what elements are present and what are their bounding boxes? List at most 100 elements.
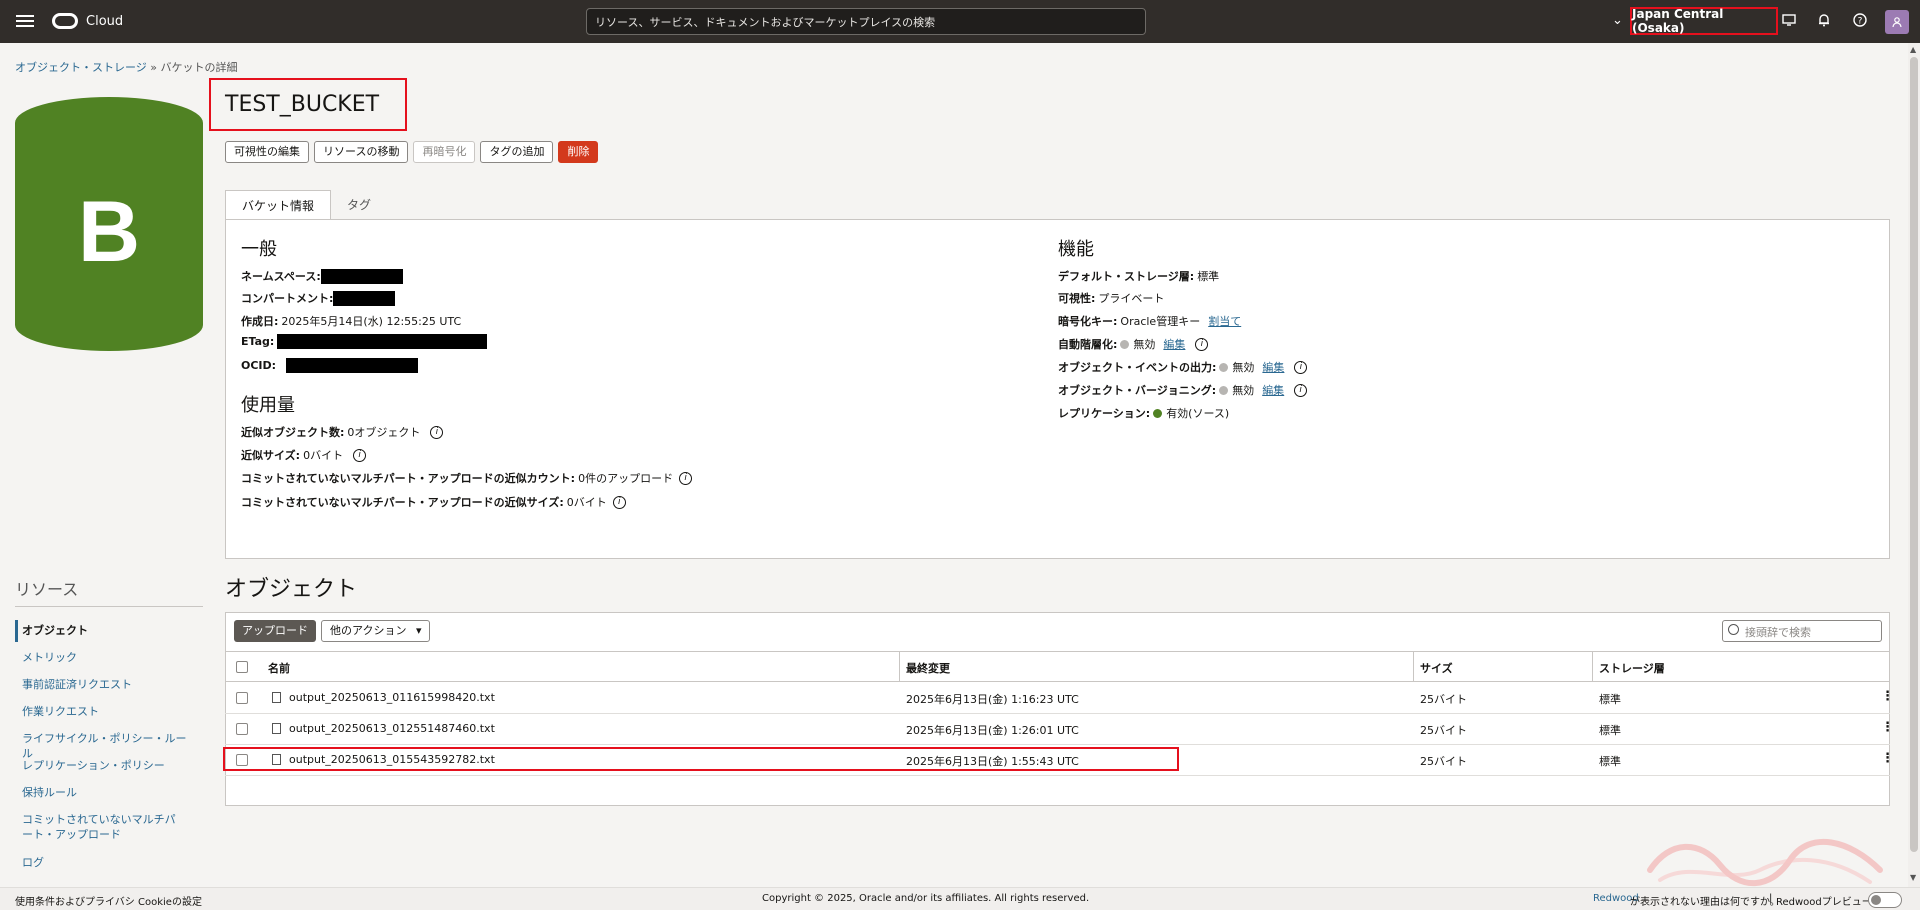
- status-dot-icon: [1120, 339, 1130, 349]
- developer-tools-icon[interactable]: [1781, 13, 1797, 29]
- visibility-value: プライベート: [1098, 292, 1165, 305]
- row-actions-kebab-icon[interactable]: ⋮: [1881, 751, 1894, 766]
- replication-value: 有効(ソース): [1166, 407, 1230, 420]
- row-checkbox[interactable]: [236, 723, 248, 735]
- resources-divider: [15, 606, 203, 607]
- object-events-edit-link[interactable]: 編集: [1262, 359, 1284, 375]
- replication-label: レプリケーション:: [1058, 407, 1151, 420]
- versioning-value: 無効: [1232, 384, 1255, 397]
- region-selector[interactable]: Japan Central (Osaka): [1630, 7, 1778, 35]
- row-actions-kebab-icon[interactable]: ⋮: [1881, 689, 1894, 704]
- sidebar-item-work-requests[interactable]: 作業リクエスト: [22, 704, 192, 719]
- add-tags-button[interactable]: タグの追加: [480, 141, 554, 163]
- column-header-size[interactable]: サイズ: [1420, 660, 1453, 676]
- upload-button[interactable]: アップロード: [234, 620, 316, 642]
- bucket-actions-toolbar: 可視性の編集 リソースの移動 再暗号化 タグの追加 削除: [225, 141, 599, 163]
- info-icon[interactable]: i: [430, 425, 444, 439]
- column-divider: [899, 651, 900, 682]
- oracle-logo-icon: [52, 13, 78, 29]
- sidebar-item-objects[interactable]: オブジェクト: [22, 623, 192, 638]
- info-icon[interactable]: i: [1294, 360, 1308, 374]
- scroll-thumb[interactable]: [1910, 57, 1918, 852]
- move-resource-button[interactable]: リソースの移動: [314, 141, 409, 163]
- storage-tier-label: デフォルト・ストレージ層:: [1058, 270, 1195, 283]
- row-divider: [225, 744, 1890, 745]
- sidebar-item-uncommitted-uploads[interactable]: コミットされていないマルチパート・アップロード: [22, 812, 184, 842]
- row-checkbox[interactable]: [236, 692, 248, 704]
- search-icon: [1728, 624, 1739, 635]
- object-tier: 標準: [1599, 755, 1621, 768]
- breadcrumb-separator: »: [150, 61, 158, 74]
- object-tier: 標準: [1599, 724, 1621, 737]
- column-header-storage-tier[interactable]: ストレージ層: [1599, 660, 1665, 676]
- info-icon[interactable]: i: [353, 448, 367, 462]
- cookie-settings-link[interactable]: Cookieの設定: [138, 893, 202, 908]
- prefix-search-input[interactable]: 接頭辞で検索: [1722, 620, 1882, 642]
- sidebar-item-retention-rules[interactable]: 保持ルール: [22, 785, 192, 800]
- versioning-edit-link[interactable]: 編集: [1262, 382, 1284, 398]
- scroll-up-icon[interactable]: ▲: [1910, 45, 1916, 54]
- encryption-value: Oracle管理キー: [1120, 315, 1201, 328]
- re-encrypt-button[interactable]: 再暗号化: [413, 141, 476, 163]
- hamburger-menu-icon[interactable]: [16, 12, 34, 30]
- global-search-input[interactable]: リソース、サービス、ドキュメントおよびマーケットプレイスの検索: [586, 8, 1146, 35]
- row-actions-kebab-icon[interactable]: ⋮: [1881, 720, 1894, 735]
- namespace-row: ネームスペース:: [241, 268, 403, 284]
- created-row: 作成日: 2025年5月14日(水) 12:55:25 UTC: [241, 313, 461, 329]
- more-actions-label: 他のアクション: [330, 624, 407, 637]
- sidebar-item-logs[interactable]: ログ: [22, 855, 192, 870]
- sidebar-item-preauth-requests[interactable]: 事前認証済リクエスト: [22, 677, 192, 692]
- redwood-preview-label: Redwoodプレビュー: [1776, 897, 1872, 908]
- encryption-row: 暗号化キー: Oracle管理キー 割当て: [1058, 313, 1241, 329]
- object-size: 25バイト: [1420, 755, 1467, 768]
- more-actions-dropdown[interactable]: 他のアクション ▾: [321, 620, 431, 642]
- select-all-checkbox[interactable]: [236, 661, 248, 673]
- sidebar-item-replication-policy[interactable]: レプリケーション・ポリシー: [22, 758, 192, 773]
- tab-tags[interactable]: タグ: [331, 190, 387, 220]
- info-icon[interactable]: i: [679, 471, 693, 485]
- created-value: 2025年5月14日(水) 12:55:25 UTC: [281, 315, 462, 328]
- user-avatar-icon[interactable]: [1885, 10, 1909, 34]
- approx-size-row: 近似サイズ: 0バイト i: [241, 447, 367, 463]
- terms-privacy-link[interactable]: 使用条件およびプライバシ: [15, 893, 135, 908]
- info-icon[interactable]: i: [1195, 337, 1209, 351]
- copyright-text: Copyright © 2025, Oracle and/or its affi…: [762, 893, 1090, 904]
- details-tabs: バケット情報 タグ: [225, 190, 387, 220]
- approx-objects-label: 近似オブジェクト数:: [241, 426, 345, 439]
- object-name[interactable]: output_20250613_011615998420.txt: [289, 691, 495, 704]
- chevron-down-icon[interactable]: ⌄: [1612, 13, 1623, 28]
- help-icon[interactable]: ?: [1852, 13, 1868, 29]
- namespace-label: ネームスペース:: [241, 270, 321, 283]
- oracle-cloud-logo[interactable]: Cloud: [52, 13, 123, 29]
- sidebar-item-lifecycle-rules[interactable]: ライフサイクル・ポリシー・ルール: [22, 731, 192, 761]
- info-icon[interactable]: i: [1294, 383, 1308, 397]
- uncommitted-size-row: コミットされていないマルチパート・アップロードの近似サイズ: 0バイト i: [241, 494, 626, 510]
- caret-down-icon: ▾: [415, 624, 422, 637]
- file-icon: [272, 723, 281, 734]
- bell-icon[interactable]: [1816, 13, 1832, 29]
- object-size: 25バイト: [1420, 693, 1467, 706]
- tab-bucket-info[interactable]: バケット情報: [225, 190, 332, 220]
- assign-key-link[interactable]: 割当て: [1208, 313, 1241, 329]
- scroll-down-icon[interactable]: ▼: [1910, 873, 1916, 882]
- column-header-name[interactable]: 名前: [268, 660, 290, 676]
- page-scrollbar[interactable]: ▲ ▼: [1908, 43, 1920, 887]
- column-divider: [1592, 651, 1593, 682]
- bucket-icon-letter: B: [78, 184, 140, 280]
- storage-tier-value: 標準: [1197, 270, 1220, 283]
- uncommitted-count-value: 0件のアップロード: [578, 472, 674, 485]
- breadcrumb-object-storage-link[interactable]: オブジェクト・ストレージ: [15, 61, 147, 74]
- visibility-row: 可視性: プライベート: [1058, 290, 1164, 306]
- sidebar-item-metrics[interactable]: メトリック: [22, 650, 192, 665]
- edit-visibility-button[interactable]: 可視性の編集: [225, 141, 309, 163]
- delete-button[interactable]: 削除: [558, 141, 599, 163]
- redwood-preview-toggle[interactable]: [1868, 892, 1902, 908]
- column-header-modified[interactable]: 最終変更: [906, 660, 950, 676]
- objects-table-panel: [225, 612, 1890, 806]
- info-icon[interactable]: i: [612, 495, 626, 509]
- auto-tiering-edit-link[interactable]: 編集: [1163, 336, 1185, 352]
- compartment-label: コンパートメント:: [241, 292, 334, 305]
- object-name[interactable]: output_20250613_012551487460.txt: [289, 722, 495, 735]
- etag-redacted: [277, 334, 488, 349]
- uncommitted-count-row: コミットされていないマルチパート・アップロードの近似カウント: 0件のアップロー…: [241, 470, 693, 486]
